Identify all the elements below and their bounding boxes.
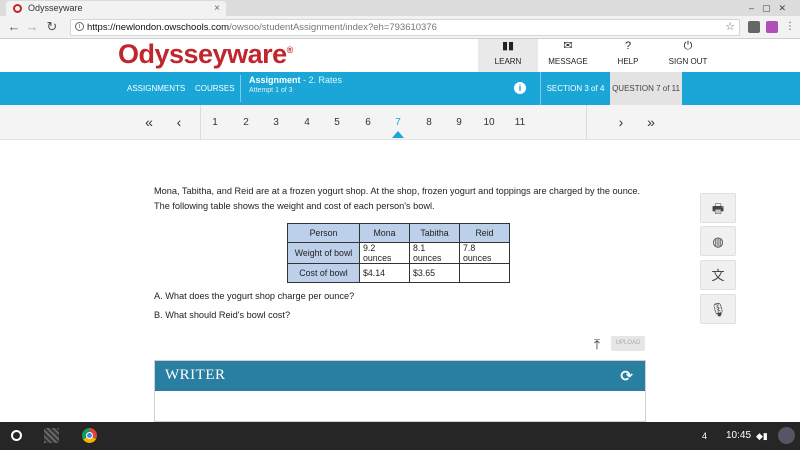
attempt-text: Attempt 1 of 3 (249, 87, 293, 94)
writer-panel: WRITER ⟳ (154, 360, 646, 422)
chrome-icon[interactable] (82, 428, 97, 443)
question-part-a: A. What does the yogurt shop charge per … (154, 291, 355, 301)
tab-close-icon[interactable]: × (214, 1, 220, 16)
next-page-icon[interactable]: › (611, 105, 631, 140)
translate-button[interactable]: 文 (700, 260, 736, 290)
print-button[interactable]: 🖶 (700, 193, 736, 223)
table-header-row: Person Mona Tabitha Reid (287, 223, 510, 243)
globe-button[interactable]: ◍ (700, 226, 736, 256)
question-prompt: Mona, Tabitha, and Reid are at a frozen … (154, 186, 641, 211)
address-bar[interactable]: i https://newlondon.owschools.com/owsoo/… (70, 19, 740, 36)
table-cell: $4.14 (359, 263, 410, 283)
page-11[interactable]: 11 (510, 105, 530, 140)
info-icon[interactable]: i (514, 82, 526, 94)
upload-button[interactable]: UPLOAD (611, 336, 645, 351)
browser-tabstrip: Odysseyware × –▢✕ (0, 0, 800, 16)
last-page-icon[interactable]: » (641, 105, 661, 140)
app-qr-icon[interactable] (44, 428, 59, 443)
page-8[interactable]: 8 (419, 105, 439, 140)
table-cell: 8.1 ounces (409, 242, 460, 264)
odysseyware-logo[interactable]: Odysseyware® (118, 39, 293, 70)
os-taskbar: 4 10:45 ◆▮ (0, 422, 800, 450)
page-9[interactable]: 9 (449, 105, 469, 140)
launcher-icon[interactable] (11, 430, 22, 441)
assignment-name: - 2. Rates (303, 75, 343, 85)
refresh-icon[interactable]: ⟳ (620, 367, 633, 385)
bookmark-star-icon[interactable]: ☆ (725, 20, 735, 35)
page-4[interactable]: 4 (297, 105, 317, 140)
browser-tab[interactable]: Odysseyware × (6, 1, 226, 16)
user-avatar[interactable] (778, 427, 795, 444)
table-cell-empty (459, 263, 510, 283)
assignment-bar: ASSIGNMENTS COURSES Assignment - 2. Rate… (0, 72, 800, 105)
prev-page-icon[interactable]: ‹ (169, 105, 189, 140)
table-cell: 9.2 ounces (359, 242, 410, 264)
question-indicator: QUESTION 7 of 11 (610, 72, 682, 105)
first-page-icon[interactable]: « (139, 105, 159, 140)
reload-icon[interactable]: ↻ (44, 19, 60, 35)
current-page-caret (392, 131, 404, 138)
weight-cost-table: Person Mona Tabitha Reid Weight of bowl … (287, 223, 510, 283)
screen: Odysseyware × –▢✕ ← → ↻ i https://newlon… (0, 0, 800, 450)
table-cell: $3.65 (409, 263, 460, 283)
nav-learn[interactable]: ▮▮ LEARN (478, 39, 538, 72)
clock[interactable]: 10:45 (726, 422, 751, 450)
message-icon: ✉ (563, 40, 573, 52)
print-icon: 🖶 (711, 201, 725, 216)
upload-icon[interactable]: ⤒ (589, 336, 605, 352)
table-cell: 7.8 ounces (459, 242, 510, 264)
writer-title: WRITER (165, 367, 226, 383)
table-header-cell: Person (287, 223, 360, 243)
page-10[interactable]: 10 (479, 105, 499, 140)
back-icon[interactable]: ← (6, 19, 22, 35)
table-header-cell: Reid (459, 223, 510, 243)
notification-count[interactable]: 4 (702, 422, 707, 450)
section-indicator: SECTION 3 of 4 (540, 72, 610, 105)
table-header-cell: Tabitha (409, 223, 460, 243)
nav-sign-out[interactable]: ⏻ SIGN OUT (658, 39, 718, 72)
nav-help[interactable]: ? HELP (598, 39, 658, 72)
microphone-icon: 🎙 (709, 302, 727, 317)
table-row: Cost of bowl $4.14 $3.65 (287, 263, 510, 283)
table-row-header: Cost of bowl (287, 263, 360, 283)
page-3[interactable]: 3 (266, 105, 286, 140)
site-header: Odysseyware® ▮▮ LEARN ✉ MESSAGE ? HELP ⏻… (0, 39, 800, 72)
assignment-info: Assignment - 2. Rates Attempt 1 of 3 (240, 75, 342, 102)
tab-title: Odysseyware (28, 3, 83, 13)
translate-icon: 文 (711, 268, 725, 283)
page-5[interactable]: 5 (327, 105, 347, 140)
assignment-label: Assignment (249, 75, 301, 85)
extension-qr-icon[interactable] (748, 21, 760, 33)
url-host: https://newlondon.owschools.com (87, 22, 230, 33)
browser-toolbar: ← → ↻ i https://newlondon.owschools.com/… (0, 16, 800, 39)
window-controls[interactable]: –▢✕ (749, 0, 794, 16)
browser-menu-icon[interactable]: ⋮ (784, 21, 796, 33)
nav-message[interactable]: ✉ MESSAGE (538, 39, 598, 72)
globe-icon: ◍ (712, 234, 724, 249)
writer-header: WRITER ⟳ (155, 361, 645, 391)
forward-icon[interactable]: → (24, 19, 40, 35)
microphone-button[interactable]: 🎙 (700, 294, 736, 324)
courses-link[interactable]: COURSES (195, 72, 235, 105)
help-icon: ? (624, 40, 632, 52)
site-info-icon[interactable]: i (75, 22, 84, 31)
status-icons[interactable]: ◆▮ (756, 422, 768, 450)
table-row-header: Weight of bowl (287, 242, 360, 264)
page-6[interactable]: 6 (358, 105, 378, 140)
page-1[interactable]: 1 (205, 105, 225, 140)
extension-purple-icon[interactable] (766, 21, 778, 33)
assignments-link[interactable]: ASSIGNMENTS (127, 72, 185, 105)
table-row: Weight of bowl 9.2 ounces 8.1 ounces 7.8… (287, 242, 510, 264)
writer-text-area[interactable] (155, 391, 645, 421)
url-path: /owsoo/studentAssignment/index?eh=793610… (229, 22, 437, 33)
page-2[interactable]: 2 (236, 105, 256, 140)
power-icon: ⏻ (683, 40, 693, 52)
table-header-cell: Mona (359, 223, 410, 243)
odysseyware-favicon-icon (13, 4, 22, 13)
learn-icon: ▮▮ (501, 40, 515, 52)
question-part-b: B. What should Reid's bowl cost? (154, 310, 291, 320)
